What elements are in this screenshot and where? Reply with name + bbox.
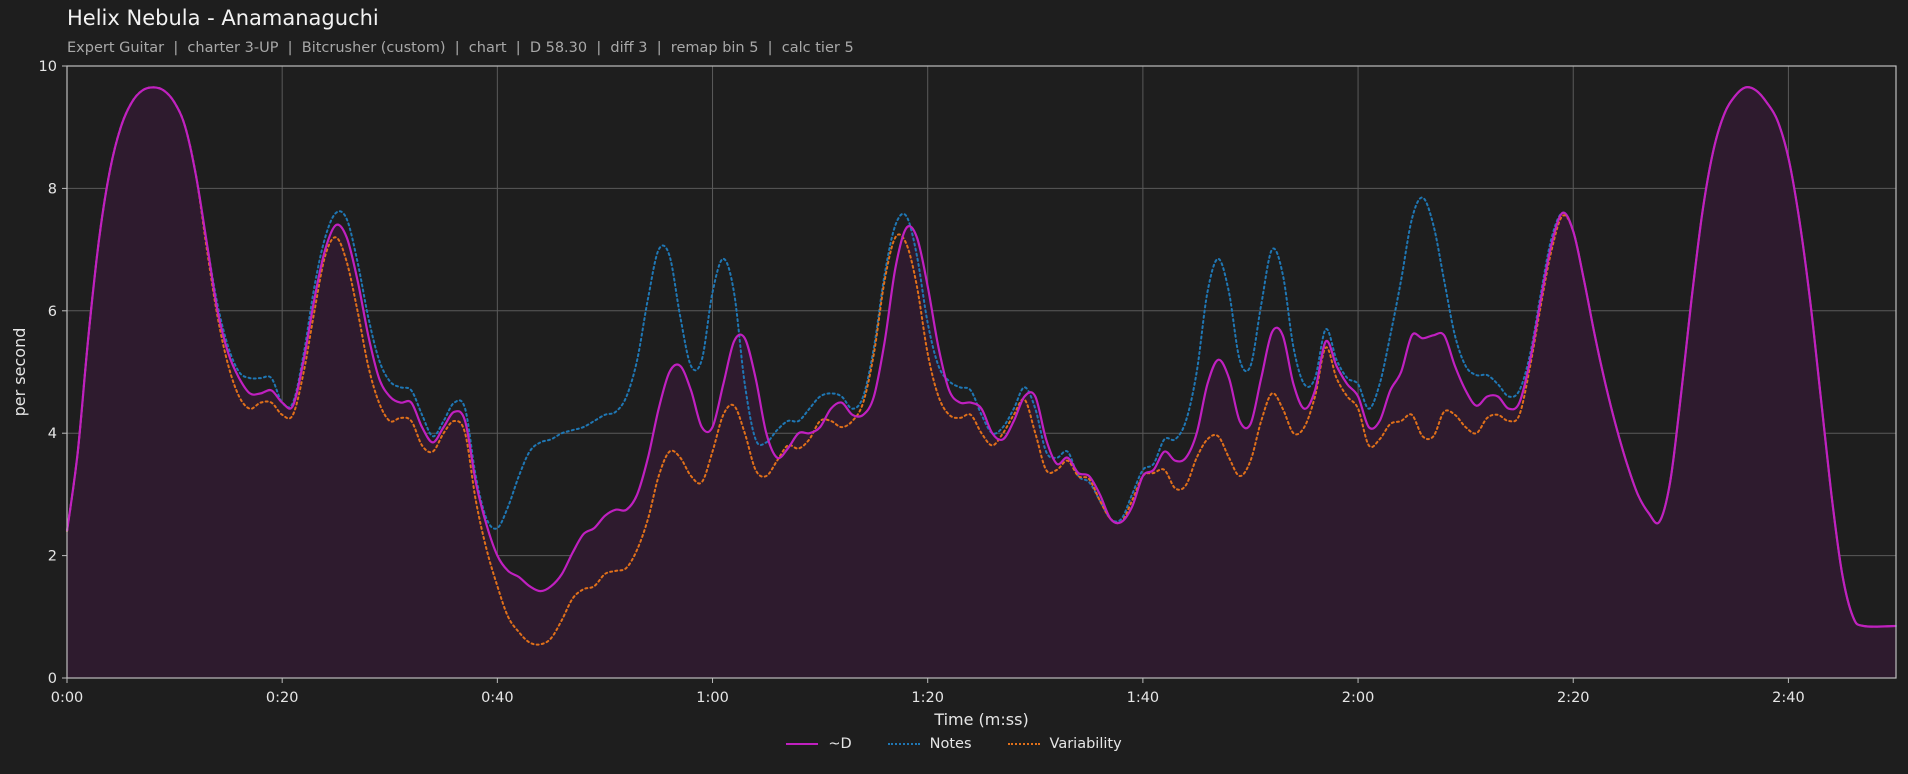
fill-layer xyxy=(67,87,1896,678)
x-tick-label: 2:00 xyxy=(1342,690,1375,706)
y-tick-label: 0 xyxy=(48,671,57,687)
legend-item-variability: Variability xyxy=(1007,736,1122,752)
y-tick-label: 4 xyxy=(48,426,57,442)
legend-item-notes: Notes xyxy=(887,736,972,752)
x-tick-label: 1:40 xyxy=(1127,690,1160,706)
legend: ~D Notes Variability xyxy=(0,736,1908,752)
line-chart: 0:00 0:20 0:40 1:00 1:20 1:40 2:00 2:20 2:40 0 2 4 6… xyxy=(10,59,1897,729)
legend-item-d: ~D xyxy=(786,736,852,752)
x-tick-label: 0:20 xyxy=(266,690,299,706)
legend-swatch-d xyxy=(786,743,819,745)
y-tick-label: 6 xyxy=(48,304,57,320)
legend-swatch-variability xyxy=(1007,743,1040,745)
legend-label-d: ~D xyxy=(828,736,852,752)
x-tick-label: 1:00 xyxy=(696,690,729,706)
x-tick-label: 1:20 xyxy=(911,690,944,706)
x-tick-label: 0:40 xyxy=(481,690,514,706)
y-tick-label: 2 xyxy=(48,549,57,565)
x-tick-label: 2:40 xyxy=(1772,690,1805,706)
x-tick-label: 0:00 xyxy=(51,690,84,706)
x-tick-label: 2:20 xyxy=(1557,690,1590,706)
legend-swatch-notes xyxy=(887,743,920,745)
legend-label-notes: Notes xyxy=(929,736,972,752)
y-tick-label: 8 xyxy=(48,181,57,197)
legend-label-variability: Variability xyxy=(1049,736,1122,752)
x-axis-label: Time (m:ss) xyxy=(933,710,1028,729)
d-area-fill xyxy=(67,87,1896,678)
y-tick-label: 10 xyxy=(39,59,57,75)
y-axis-label: per second xyxy=(10,328,29,417)
